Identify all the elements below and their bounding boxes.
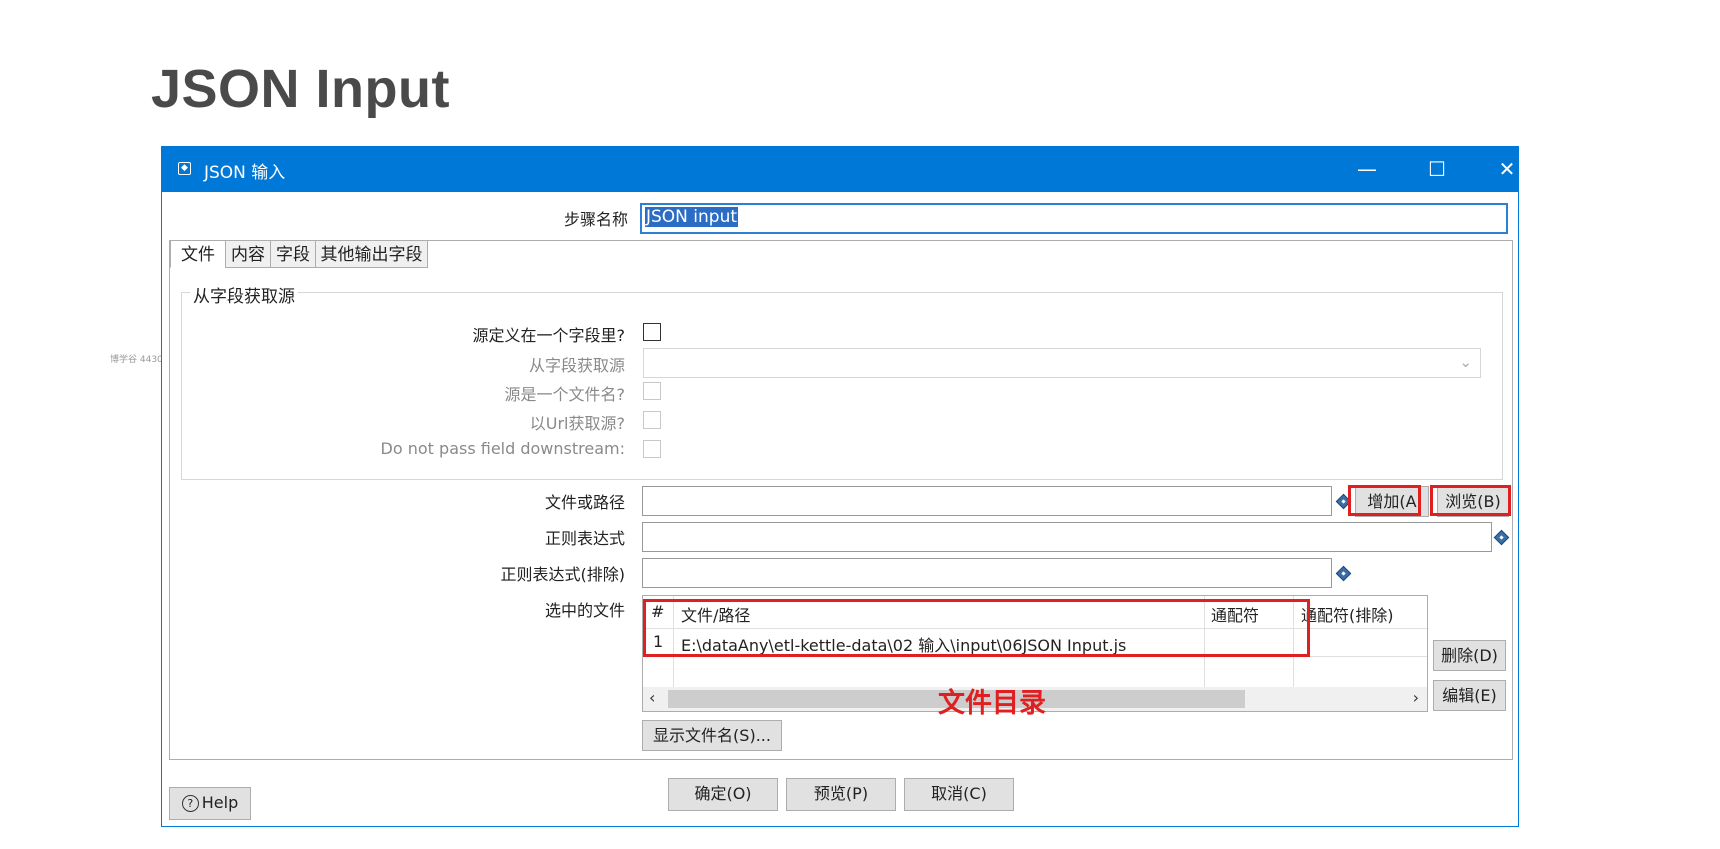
minimize-button[interactable]: —	[1332, 147, 1402, 192]
do-not-pass-field-label: Do not pass field downstream:	[380, 439, 625, 458]
ok-button[interactable]: 确定(O)	[668, 778, 778, 811]
maximize-button[interactable]: ☐	[1402, 147, 1472, 192]
file-directory-annotation: 文件目录	[938, 688, 1046, 719]
regex-exclude-label: 正则表达式(排除)	[500, 565, 626, 584]
regex-label: 正则表达式	[544, 529, 625, 548]
do-not-pass-field-checkbox[interactable]	[643, 440, 661, 458]
regex-input[interactable]	[642, 522, 1492, 552]
add-button[interactable]: 增加(A	[1355, 486, 1429, 517]
read-source-as-url-checkbox[interactable]	[643, 411, 661, 429]
title-bar: ◆ JSON 输入 — ☐ ✕	[162, 147, 1518, 192]
read-source-as-url-label: 以Url获取源?	[529, 414, 625, 433]
source-in-field-label: 源定义在一个字段里?	[472, 326, 626, 345]
help-label: Help	[201, 793, 239, 812]
json-input-dialog: ◆ JSON 输入 — ☐ ✕ 步骤名称 JSON input 文件 内容 字段…	[161, 146, 1519, 827]
show-filenames-button[interactable]: 显示文件名(S)...	[642, 720, 782, 751]
column-header-wildcard[interactable]: 通配符	[1211, 602, 1259, 626]
tab-additional-output-fields[interactable]: 其他输出字段	[315, 240, 428, 268]
table-cell-index: 1	[653, 632, 664, 651]
edit-button[interactable]: 编辑(E)	[1433, 680, 1506, 711]
close-button[interactable]: ✕	[1472, 147, 1542, 192]
scroll-right-icon[interactable]: ›	[1413, 688, 1419, 707]
column-header-index[interactable]: #	[651, 602, 664, 621]
step-name-input[interactable]: JSON input	[640, 203, 1508, 234]
source-field-select[interactable]: ⌄	[643, 348, 1481, 378]
browse-button[interactable]: 浏览(B)	[1437, 486, 1509, 517]
source-is-filename-label: 源是一个文件名?	[504, 385, 626, 404]
help-button[interactable]: ? Help	[169, 787, 251, 820]
source-from-field-group	[181, 292, 1503, 480]
file-or-dir-label: 文件或路径	[544, 493, 625, 512]
selected-files-label: 选中的文件	[544, 601, 625, 620]
help-icon: ?	[181, 795, 199, 812]
delete-button[interactable]: 删除(D)	[1433, 640, 1506, 671]
tab-fields[interactable]: 字段	[270, 240, 316, 268]
step-name-value: JSON input	[645, 207, 739, 227]
step-name-label: 步骤名称	[563, 210, 628, 229]
source-from-field-group-title: 从字段获取源	[190, 282, 298, 307]
source-in-field-checkbox[interactable]	[643, 323, 661, 341]
slide-title: JSON Input	[151, 59, 450, 119]
regex-exclude-input[interactable]	[642, 558, 1332, 588]
preview-button[interactable]: 预览(P)	[786, 778, 896, 811]
column-header-file-path[interactable]: 文件/路径	[681, 602, 750, 626]
source-is-filename-checkbox[interactable]	[643, 382, 661, 400]
file-or-dir-input[interactable]	[642, 486, 1332, 516]
app-icon: ◆	[178, 162, 191, 175]
dialog-title: JSON 输入	[204, 163, 286, 183]
cancel-button[interactable]: 取消(C)	[904, 778, 1014, 811]
get-source-from-field-label: 从字段获取源	[528, 356, 625, 375]
table-cell-file-path[interactable]: E:\dataAny\etl-kettle-data\02 输入\input\0…	[681, 632, 1126, 656]
chevron-down-icon: ⌄	[1459, 353, 1472, 371]
tab-file[interactable]: 文件	[170, 240, 226, 268]
tab-content[interactable]: 内容	[225, 240, 271, 268]
scroll-left-icon[interactable]: ‹	[649, 688, 655, 707]
column-header-wildcard-exclude[interactable]: 通配符(排除)	[1301, 602, 1394, 626]
